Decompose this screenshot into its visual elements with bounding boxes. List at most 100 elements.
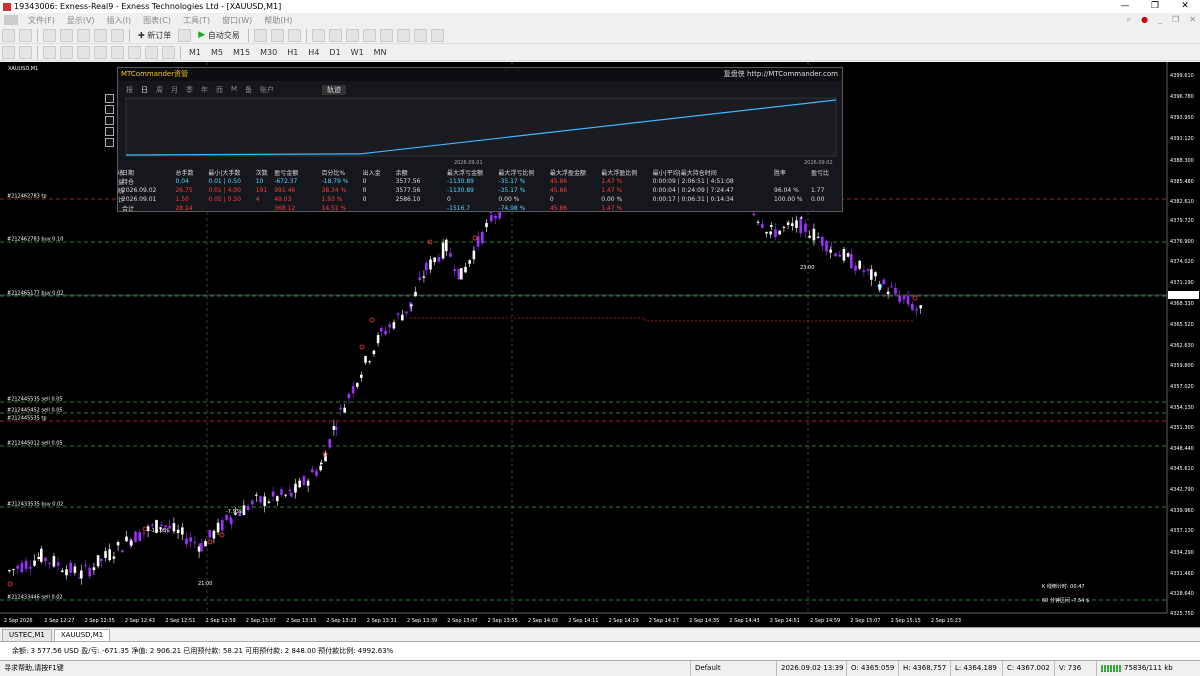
order-line-label: #212445535 sell 0.05 (7, 397, 63, 403)
horizontal-line-icon[interactable] (60, 45, 73, 59)
timeframe-w1[interactable]: W1 (348, 46, 367, 59)
zoom-out-icon[interactable] (328, 28, 342, 42)
mtc-tab[interactable]: 月 (169, 85, 180, 95)
label-icon[interactable] (145, 45, 158, 59)
line-chart-icon[interactable] (287, 28, 301, 42)
status-connection[interactable]: 75836/111 kb (1096, 661, 1200, 676)
chart-shift-icon[interactable] (379, 28, 393, 42)
tab-ustec[interactable]: USTEC,M1 (2, 629, 52, 641)
profiles-icon[interactable] (19, 28, 32, 42)
mtc-tab[interactable]: 周 (154, 85, 165, 95)
candle-body (52, 556, 56, 567)
panel-button[interactable] (105, 105, 114, 114)
trendline-icon[interactable] (77, 45, 90, 59)
candle-body (160, 524, 163, 526)
mtc-tab[interactable]: 备 (243, 85, 254, 95)
metaeditor-icon[interactable] (178, 28, 192, 42)
channel-icon[interactable] (94, 45, 107, 59)
auto-trading-button[interactable]: ▶ 自动交易 (195, 29, 242, 42)
menu-tools[interactable]: 工具(T) (177, 15, 216, 26)
mtc-table-cell (772, 204, 809, 213)
status-profile: Default (690, 661, 776, 676)
fibonacci-icon[interactable] (111, 45, 124, 59)
mtc-tab[interactable]: 账户 (258, 85, 276, 95)
panel-button[interactable] (105, 138, 114, 147)
mtc-tab[interactable]: 报 (124, 85, 135, 95)
new-chart-icon[interactable] (2, 28, 15, 42)
menu-charts[interactable]: 图表(C) (137, 15, 177, 26)
time-axis-label: 2 Sep 12:43 (125, 618, 155, 624)
menu-file[interactable]: 文件(F) (22, 15, 61, 26)
timeframe-d1[interactable]: D1 (326, 46, 343, 59)
chart-menu-icon[interactable] (4, 15, 18, 25)
vertical-line-icon[interactable] (43, 45, 56, 59)
chart-minimize-button[interactable]: _ (1158, 13, 1162, 27)
search-icon[interactable]: ⌕ (1127, 13, 1131, 27)
mtc-tab[interactable]: 年 (199, 85, 210, 95)
arrows-icon[interactable] (162, 45, 175, 59)
templates-icon[interactable] (430, 28, 444, 42)
candle-body (825, 240, 828, 252)
candle-body (769, 231, 772, 235)
terminal-icon[interactable] (94, 28, 107, 42)
chart-restore-button[interactable]: ❐ (1172, 13, 1179, 27)
text-icon[interactable] (128, 45, 141, 59)
candle-body (791, 223, 794, 227)
mtc-site[interactable]: 复盘侠 http://MTCommander.com (724, 68, 838, 81)
alert-icon[interactable]: ● (1141, 13, 1148, 27)
candlestick-icon[interactable] (270, 28, 284, 42)
menu-insert[interactable]: 插入(I) (101, 15, 138, 26)
mtc-tab[interactable]: M (229, 85, 239, 95)
mtc-table-cell: 0:00:17 | 0:06:31 | 0:14:34 (652, 196, 734, 203)
cursor-icon[interactable] (2, 45, 15, 59)
time-axis-label: 2 Sep 14:51 (770, 618, 800, 624)
bar-chart-icon[interactable] (253, 28, 267, 42)
candle-body (225, 514, 228, 521)
panel-button[interactable] (105, 127, 114, 136)
new-order-button[interactable]: ✚ 新订单 (135, 29, 174, 42)
candle-body (142, 532, 146, 534)
market-watch-icon[interactable] (43, 28, 56, 42)
timeframe-m15[interactable]: M15 (230, 46, 253, 59)
candle-body (799, 217, 802, 234)
timeframe-m30[interactable]: M30 (257, 46, 280, 59)
crosshair-icon[interactable] (19, 45, 32, 59)
panel-button[interactable] (105, 94, 114, 103)
interval-label: 60 分钟区间 -7.54 $ (1042, 597, 1089, 604)
chart-close-button[interactable]: ✕ (1189, 13, 1196, 27)
data-window-icon[interactable] (60, 28, 73, 42)
panel-button[interactable] (105, 116, 114, 125)
candle-body (882, 279, 886, 285)
menu-help[interactable]: 帮助(H) (258, 15, 298, 26)
close-button[interactable]: ✕ (1170, 0, 1200, 13)
timeframe-h1[interactable]: H1 (284, 46, 301, 59)
periods-icon[interactable] (413, 28, 427, 42)
auto-scroll-icon[interactable] (362, 28, 376, 42)
indicators-icon[interactable] (396, 28, 410, 42)
candle-body (460, 268, 463, 280)
restore-button[interactable]: ❐ (1140, 0, 1170, 13)
candle-body (328, 439, 331, 448)
tile-windows-icon[interactable] (345, 28, 359, 42)
mtc-tab[interactable]: 日 (139, 85, 150, 95)
price-axis-label: 4365.520 (1170, 322, 1194, 328)
timeframe-m5[interactable]: M5 (208, 46, 226, 59)
navigator-icon[interactable] (77, 28, 90, 42)
minimize-button[interactable]: — (1110, 0, 1140, 13)
mtc-tab[interactable]: 季 (184, 85, 195, 95)
mtc-tab[interactable]: 而 (214, 85, 225, 95)
tab-xauusd[interactable]: XAUUSD,M1 (53, 629, 111, 641)
price-chart[interactable]: XAUUSD,M1 #212462783 tp #212462783 buy 0.1… (0, 62, 1200, 627)
timeframe-mn[interactable]: MN (371, 46, 390, 59)
menu-window[interactable]: 窗口(W) (216, 15, 258, 26)
zoom-in-icon[interactable] (311, 28, 325, 42)
mtc-table-row: 2026.09.02 26.75 0.01 | 4.00 191 991.46 38.34… (120, 186, 840, 195)
mtc-table-cell: 49.03 (274, 196, 292, 203)
tester-icon[interactable] (111, 28, 124, 42)
menu-view[interactable]: 显示(V) (61, 15, 101, 26)
mtc-tab-track[interactable]: 轨迹 (322, 85, 347, 95)
timeframe-m1[interactable]: M1 (186, 46, 204, 59)
trade-marker (219, 532, 225, 538)
timeframe-h4[interactable]: H4 (305, 46, 322, 59)
mtc-column-header: 盈亏金额 (274, 170, 299, 177)
